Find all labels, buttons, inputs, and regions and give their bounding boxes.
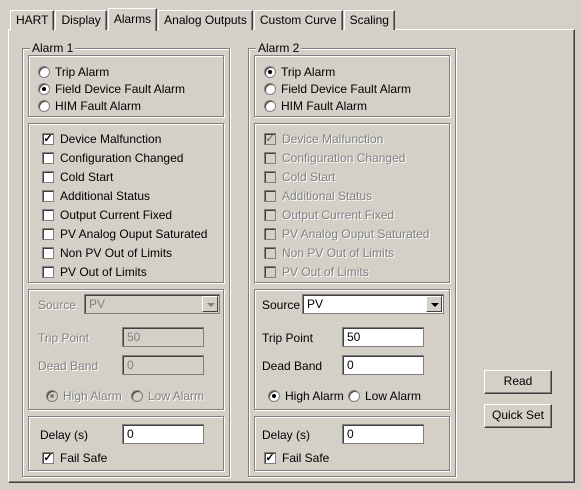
alarm2-delay-label: Delay (s): [262, 428, 311, 442]
radio-icon: [348, 390, 360, 402]
alarm2-cold-start-checkbox[interactable]: Cold Start: [264, 169, 335, 185]
chevron-down-icon[interactable]: [426, 296, 442, 312]
alarm1-high-alarm-radio[interactable]: High Alarm: [46, 388, 122, 404]
tab-hart[interactable]: HART: [10, 10, 55, 30]
check-icon: [42, 190, 54, 202]
alarm1-additional-status-checkbox[interactable]: Additional Status: [42, 188, 150, 204]
check-icon: [264, 190, 276, 202]
alarm2-low-alarm-radio[interactable]: Low Alarm: [348, 388, 421, 404]
alarm1-pv-out-of-limits-checkbox[interactable]: PV Out of Limits: [42, 264, 147, 280]
alarm2-title: Alarm 2: [256, 41, 302, 55]
alarm1-him-fault-radio[interactable]: HIM Fault Alarm: [38, 98, 141, 114]
alarm2-dead-band-input[interactable]: 0: [342, 355, 424, 375]
radio-icon: [38, 83, 50, 95]
radio-icon: [264, 100, 276, 112]
check-icon: [42, 152, 54, 164]
alarm2-output-current-fixed-checkbox[interactable]: Output Current Fixed: [264, 207, 394, 223]
check-icon: [264, 171, 276, 183]
alarm2-additional-status-checkbox[interactable]: Additional Status: [264, 188, 372, 204]
alarm1-trip-point-input[interactable]: 50: [122, 327, 204, 347]
radio-icon: [264, 83, 276, 95]
alarm1-pv-analog-output-saturated-checkbox[interactable]: PV Analog Ouput Saturated: [42, 226, 207, 242]
radio-icon: [268, 390, 280, 402]
alarm2-dead-band-label: Dead Band: [262, 359, 323, 373]
alarm2-configuration-changed-checkbox[interactable]: Configuration Changed: [264, 150, 405, 166]
check-icon: ✓: [42, 452, 54, 464]
check-icon: [264, 228, 276, 240]
alarm2-fail-safe-checkbox[interactable]: ✓ Fail Safe: [264, 450, 329, 466]
check-icon: [42, 228, 54, 240]
alarm2-device-malfunction-checkbox[interactable]: ✓ Device Malfunction: [264, 131, 383, 147]
radio-icon: [46, 390, 58, 402]
alarm1-delay-input[interactable]: 0: [122, 424, 204, 444]
check-icon: ✓: [264, 133, 276, 145]
alarm1-device-malfunction-checkbox[interactable]: ✓ Device Malfunction: [42, 131, 161, 147]
tab-custom-curve[interactable]: Custom Curve: [253, 10, 343, 30]
check-icon: [264, 247, 276, 259]
alarm2-delay-input[interactable]: 0: [342, 424, 424, 444]
tab-analog-outputs[interactable]: Analog Outputs: [158, 10, 253, 30]
check-icon: ✓: [42, 133, 54, 145]
alarm1-cold-start-checkbox[interactable]: Cold Start: [42, 169, 113, 185]
check-icon: [42, 171, 54, 183]
quick-set-button[interactable]: Quick Set: [484, 404, 552, 428]
alarm1-low-alarm-radio[interactable]: Low Alarm: [131, 388, 204, 404]
alarm2-field-device-fault-radio[interactable]: Field Device Fault Alarm: [264, 81, 411, 97]
alarm1-output-current-fixed-checkbox[interactable]: Output Current Fixed: [42, 207, 172, 223]
alarm2-non-pv-out-of-limits-checkbox[interactable]: Non PV Out of Limits: [264, 245, 394, 261]
check-icon: [42, 209, 54, 221]
alarm2-pv-analog-output-saturated-checkbox[interactable]: PV Analog Ouput Saturated: [264, 226, 429, 242]
alarm2-him-fault-radio[interactable]: HIM Fault Alarm: [264, 98, 367, 114]
check-icon: [264, 152, 276, 164]
tab-strip: HART Display Alarms Analog Outputs Custo…: [10, 8, 396, 31]
tab-scaling[interactable]: Scaling: [343, 10, 395, 30]
read-button[interactable]: Read: [484, 370, 552, 394]
alarm1-field-device-fault-radio[interactable]: Field Device Fault Alarm: [38, 81, 185, 97]
check-icon: [264, 266, 276, 278]
check-icon: [264, 209, 276, 221]
alarm1-trip-alarm-radio[interactable]: Trip Alarm: [38, 64, 109, 80]
alarm1-source-label: Source: [38, 298, 77, 312]
alarm2-source-label: Source: [262, 298, 301, 312]
alarm2-high-alarm-radio[interactable]: High Alarm: [268, 388, 344, 404]
radio-icon: [38, 100, 50, 112]
alarm2-source-select[interactable]: PV: [302, 294, 444, 314]
radio-icon: [38, 66, 50, 78]
check-icon: [42, 266, 54, 278]
alarm2-trip-alarm-radio[interactable]: Trip Alarm: [264, 64, 335, 80]
alarm1-source-select[interactable]: PV: [84, 294, 220, 314]
alarm1-dead-band-input[interactable]: 0: [122, 355, 204, 375]
radio-icon: [264, 66, 276, 78]
chevron-down-icon[interactable]: [202, 296, 218, 312]
alarm1-title: Alarm 1: [30, 41, 76, 55]
alarm1-trip-point-label: Trip Point: [38, 331, 89, 345]
alarm2-pv-out-of-limits-checkbox[interactable]: PV Out of Limits: [264, 264, 369, 280]
alarm1-configuration-changed-checkbox[interactable]: Configuration Changed: [42, 150, 183, 166]
alarm1-non-pv-out-of-limits-checkbox[interactable]: Non PV Out of Limits: [42, 245, 172, 261]
radio-icon: [131, 390, 143, 402]
alarm1-fail-safe-checkbox[interactable]: ✓ Fail Safe: [42, 450, 107, 466]
check-icon: ✓: [264, 452, 276, 464]
tab-display[interactable]: Display: [55, 10, 107, 30]
alarm2-trip-point-label: Trip Point: [262, 331, 313, 345]
alarm2-trip-point-input[interactable]: 50: [342, 327, 424, 347]
alarm1-dead-band-label: Dead Band: [38, 359, 99, 373]
tab-alarms[interactable]: Alarms: [107, 8, 158, 31]
alarm1-delay-label: Delay (s): [40, 428, 89, 442]
check-icon: [42, 247, 54, 259]
